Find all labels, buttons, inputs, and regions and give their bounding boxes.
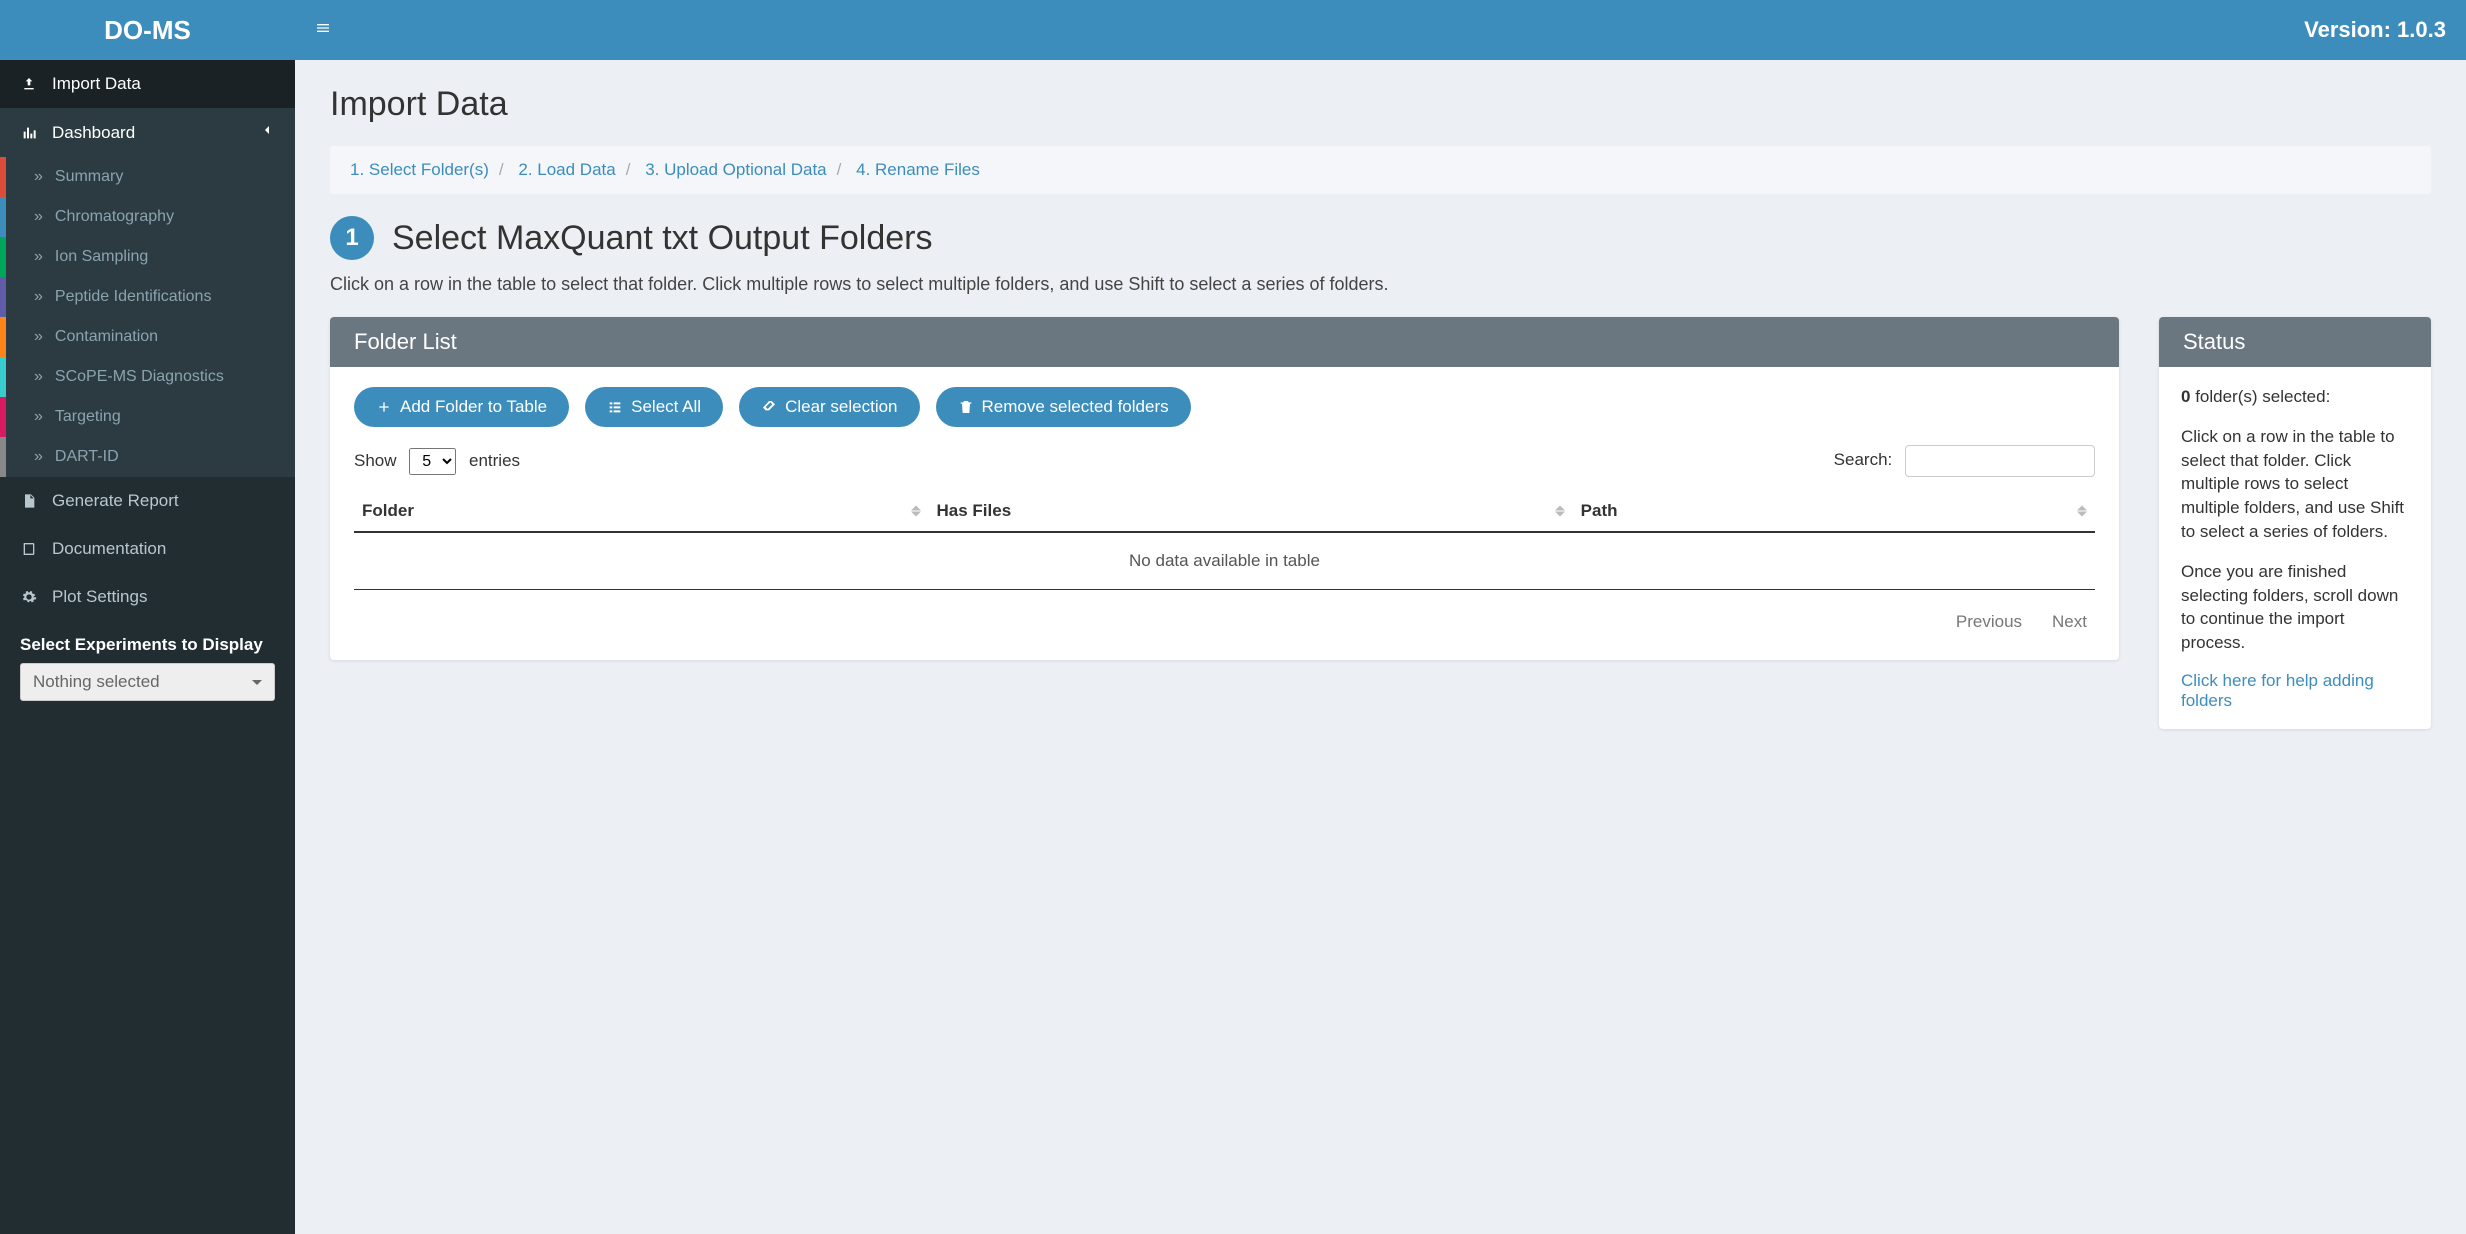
sidebar-item-generate[interactable]: Generate Report bbox=[0, 477, 295, 525]
sidebar-item-label: Summary bbox=[55, 168, 123, 186]
double-chevron-icon: » bbox=[34, 288, 43, 306]
step-2-link[interactable]: 2. Load Data bbox=[518, 160, 615, 179]
sidebar-item-import[interactable]: Import Data bbox=[0, 60, 295, 108]
entries-label: entries bbox=[469, 451, 520, 470]
folder-table: Folder Has Files Path No data available … bbox=[354, 491, 2095, 590]
col-label: Folder bbox=[362, 501, 414, 520]
button-label: Select All bbox=[631, 397, 701, 417]
col-has-files[interactable]: Has Files bbox=[929, 491, 1573, 532]
status-panel: Status 0 folder(s) selected: Click on a … bbox=[2159, 317, 2431, 729]
double-chevron-icon: » bbox=[34, 248, 43, 266]
sidebar-item-dashboard[interactable]: Dashboard bbox=[0, 108, 295, 157]
next-button[interactable]: Next bbox=[2052, 612, 2087, 632]
double-chevron-icon: » bbox=[34, 368, 43, 386]
sidebar-item-plot[interactable]: Plot Settings bbox=[0, 573, 295, 621]
col-path[interactable]: Path bbox=[1573, 491, 2095, 532]
sidebar-item-label: Plot Settings bbox=[52, 587, 147, 607]
sort-icon bbox=[2077, 506, 2087, 517]
table-empty-message: No data available in table bbox=[354, 532, 2095, 590]
sidebar: Import Data Dashboard » Summary » Chromato… bbox=[0, 60, 295, 1234]
double-chevron-icon: » bbox=[34, 408, 43, 426]
help-link[interactable]: Click here for help adding folders bbox=[2181, 671, 2374, 710]
section-description: Click on a row in the table to select th… bbox=[330, 274, 2431, 295]
button-label: Add Folder to Table bbox=[400, 397, 547, 417]
caret-down-icon bbox=[252, 680, 262, 685]
sidebar-item-label: Ion Sampling bbox=[55, 248, 148, 266]
page-title: Import Data bbox=[330, 85, 2431, 124]
col-label: Path bbox=[1581, 501, 1618, 520]
hamburger-icon bbox=[315, 20, 331, 36]
select-all-button[interactable]: Select All bbox=[585, 387, 723, 427]
sidebar-item-label: Import Data bbox=[52, 74, 141, 94]
search-input[interactable] bbox=[1905, 445, 2095, 477]
select-value: Nothing selected bbox=[33, 672, 160, 692]
version-label: Version: 1.0.3 bbox=[2304, 17, 2446, 43]
step-1-link[interactable]: 1. Select Folder(s) bbox=[350, 160, 489, 179]
show-label: Show bbox=[354, 451, 397, 470]
search-label: Search: bbox=[1834, 450, 1893, 469]
sidebar-item-label: DART-ID bbox=[55, 448, 119, 466]
book-icon bbox=[20, 541, 38, 557]
plus-icon bbox=[376, 399, 392, 415]
trash-icon bbox=[958, 399, 974, 415]
sidebar-item-peptide[interactable]: » Peptide Identifications bbox=[0, 277, 295, 317]
section-title: Select MaxQuant txt Output Folders bbox=[392, 219, 932, 258]
sort-icon bbox=[911, 506, 921, 517]
status-instructions-2: Once you are finished selecting folders,… bbox=[2181, 560, 2409, 655]
experiments-select[interactable]: Nothing selected bbox=[20, 663, 275, 701]
gear-icon bbox=[20, 589, 38, 605]
sidebar-item-summary[interactable]: » Summary bbox=[0, 157, 295, 197]
prev-button[interactable]: Previous bbox=[1956, 612, 2022, 632]
double-chevron-icon: » bbox=[34, 208, 43, 226]
panel-title: Folder List bbox=[330, 317, 2119, 367]
sidebar-item-contamination[interactable]: » Contamination bbox=[0, 317, 295, 357]
hamburger-toggle[interactable] bbox=[315, 19, 331, 42]
panel-title: Status bbox=[2159, 317, 2431, 367]
sort-icon bbox=[1555, 506, 1565, 517]
col-folder[interactable]: Folder bbox=[354, 491, 929, 532]
steps-breadcrumb: 1. Select Folder(s)/ 2. Load Data/ 3. Up… bbox=[330, 146, 2431, 194]
folder-list-panel: Folder List Add Folder to Table Select A… bbox=[330, 317, 2119, 660]
chevron-left-icon bbox=[259, 122, 275, 143]
sidebar-item-targeting[interactable]: » Targeting bbox=[0, 397, 295, 437]
sidebar-section-label: Select Experiments to Display bbox=[0, 621, 295, 663]
button-label: Remove selected folders bbox=[982, 397, 1169, 417]
entries-select[interactable]: 5 bbox=[409, 448, 456, 475]
bar-chart-icon bbox=[20, 125, 38, 141]
step-number-badge: 1 bbox=[330, 216, 374, 260]
double-chevron-icon: » bbox=[34, 448, 43, 466]
file-icon bbox=[20, 493, 38, 509]
step-3-link[interactable]: 3. Upload Optional Data bbox=[645, 160, 826, 179]
sidebar-item-documentation[interactable]: Documentation bbox=[0, 525, 295, 573]
app-logo: DO-MS bbox=[0, 0, 295, 60]
remove-folders-button[interactable]: Remove selected folders bbox=[936, 387, 1191, 427]
sidebar-item-dartid[interactable]: » DART-ID bbox=[0, 437, 295, 477]
double-chevron-icon: » bbox=[34, 168, 43, 186]
double-chevron-icon: » bbox=[34, 328, 43, 346]
add-folder-button[interactable]: Add Folder to Table bbox=[354, 387, 569, 427]
sidebar-item-label: Generate Report bbox=[52, 491, 179, 511]
status-count-line: 0 folder(s) selected: bbox=[2181, 385, 2409, 409]
sidebar-item-label: Contamination bbox=[55, 328, 158, 346]
clear-selection-button[interactable]: Clear selection bbox=[739, 387, 919, 427]
col-label: Has Files bbox=[937, 501, 1012, 520]
status-instructions-1: Click on a row in the table to select th… bbox=[2181, 425, 2409, 544]
button-label: Clear selection bbox=[785, 397, 897, 417]
sidebar-item-chromatography[interactable]: » Chromatography bbox=[0, 197, 295, 237]
sidebar-item-scope[interactable]: » SCoPE-MS Diagnostics bbox=[0, 357, 295, 397]
sidebar-item-ion[interactable]: » Ion Sampling bbox=[0, 237, 295, 277]
eraser-icon bbox=[761, 399, 777, 415]
sidebar-item-label: SCoPE-MS Diagnostics bbox=[55, 368, 224, 386]
list-icon bbox=[607, 399, 623, 415]
sidebar-item-label: Chromatography bbox=[55, 208, 174, 226]
sidebar-item-label: Peptide Identifications bbox=[55, 288, 212, 306]
sidebar-item-label: Dashboard bbox=[52, 123, 135, 143]
step-4-link[interactable]: 4. Rename Files bbox=[856, 160, 980, 179]
sidebar-item-label: Targeting bbox=[55, 408, 121, 426]
upload-icon bbox=[20, 76, 38, 92]
sidebar-item-label: Documentation bbox=[52, 539, 166, 559]
